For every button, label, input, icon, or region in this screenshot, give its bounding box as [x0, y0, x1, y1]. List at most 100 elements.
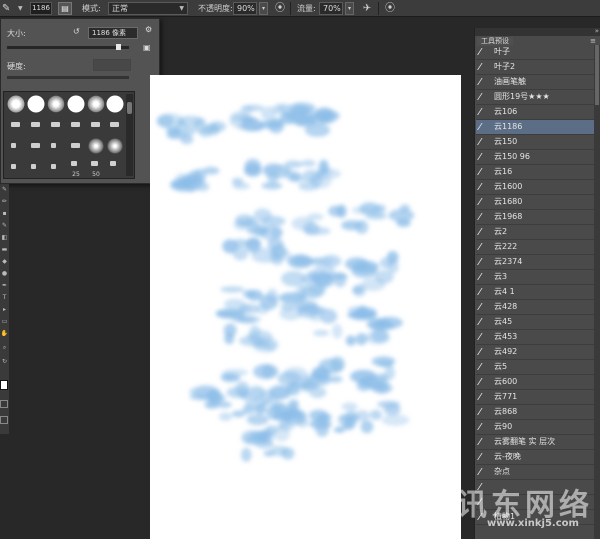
preset-item[interactable]: ⁄ 云1968	[476, 210, 594, 225]
brush-thumbnail[interactable]	[46, 116, 66, 134]
pen-tool-icon[interactable]: ✒	[0, 282, 9, 290]
preset-item[interactable]: ⁄ 云428	[476, 300, 594, 315]
preset-item[interactable]: ⁄ 云16	[476, 165, 594, 180]
size-slider-thumb[interactable]	[116, 44, 121, 50]
pressure-size-icon[interactable]: ⦿	[383, 2, 397, 15]
hardness-field[interactable]	[93, 59, 131, 71]
mode-select[interactable]: 正常 ▼	[108, 2, 188, 15]
dodge-tool-icon[interactable]: ●	[0, 270, 9, 278]
path-select-icon[interactable]: ▸	[0, 306, 9, 314]
brush-thumbnail[interactable]	[6, 137, 26, 155]
brush-grid-scrollbar[interactable]	[126, 94, 133, 176]
preset-item[interactable]: ⁄ 云90	[476, 420, 594, 435]
toggle-brush-panel-button[interactable]: ▤	[58, 2, 72, 15]
brush-thumbnail[interactable]	[105, 158, 125, 176]
brush-preset-icon: ⁄	[479, 302, 481, 313]
cloud-blob	[253, 208, 272, 222]
brush-tool-icon[interactable]: ✎	[2, 2, 16, 15]
airbrush-icon[interactable]: ✈	[360, 2, 374, 15]
preset-item[interactable]: ⁄ 叶子	[476, 45, 594, 60]
preset-list-scrollbar[interactable]	[594, 45, 600, 539]
preset-item[interactable]: ⁄ 云150 96	[476, 150, 594, 165]
brush-size-picker[interactable]: 1186	[30, 2, 52, 15]
opacity-input[interactable]: 90%	[233, 2, 257, 15]
brush-thumbnail[interactable]	[86, 95, 106, 113]
brush-thumbnail[interactable]	[26, 116, 46, 134]
brush-thumbnail[interactable]	[46, 158, 66, 176]
brush-thumbnail[interactable]	[26, 95, 46, 113]
preset-item[interactable]: ⁄ 云868	[476, 405, 594, 420]
preset-item[interactable]: ⁄ 云222	[476, 240, 594, 255]
brush-thumbnail[interactable]	[26, 137, 46, 155]
preset-item[interactable]: ⁄ 圆形19号★★★	[476, 90, 594, 105]
new-preset-icon[interactable]: ▣	[143, 43, 151, 52]
preset-item[interactable]: ⁄ 云2374	[476, 255, 594, 270]
brush-thumbnail[interactable]	[105, 116, 125, 134]
preset-item[interactable]: ⁄ 云1186	[476, 120, 594, 135]
brush-thumbnail[interactable]	[46, 95, 66, 113]
preset-item[interactable]: ⁄ 云2	[476, 225, 594, 240]
gear-icon[interactable]: ⚙	[145, 25, 152, 34]
brush-thumbnail[interactable]	[26, 158, 46, 176]
brush-thumbnail[interactable]	[105, 137, 125, 155]
brush-thumbnail[interactable]	[66, 137, 86, 155]
gradient-tool-icon[interactable]: ▬	[0, 246, 9, 254]
panel-menu-icon[interactable]: ≡	[590, 37, 596, 45]
collapse-panel-icon[interactable]: »	[595, 27, 599, 35]
stamp-tool-icon[interactable]: ▪	[0, 210, 9, 218]
pressure-opacity-icon[interactable]: ⦿	[273, 2, 287, 15]
brush-thumbnail[interactable]	[86, 137, 106, 155]
document-canvas[interactable]	[150, 75, 461, 539]
hardness-slider[interactable]	[7, 76, 129, 79]
scrollbar-thumb[interactable]	[127, 102, 132, 114]
flow-slider-button[interactable]: ▾	[345, 2, 354, 15]
preset-item[interactable]: ⁄ 云771	[476, 390, 594, 405]
type-tool-icon[interactable]: T	[0, 294, 9, 302]
blur-tool-icon[interactable]: ◆	[0, 258, 9, 266]
preset-item[interactable]: ⁄ 云1680	[476, 195, 594, 210]
brush-thumbnail[interactable]	[86, 116, 106, 134]
brush-thumbnail[interactable]	[46, 137, 66, 155]
preset-item[interactable]: ⁄ 云453	[476, 330, 594, 345]
brush-thumbnail[interactable]	[66, 95, 86, 113]
preset-item[interactable]: ⁄ 云1600	[476, 180, 594, 195]
brush-thumbnail[interactable]	[6, 116, 26, 134]
brush-thumbnail[interactable]	[66, 116, 86, 134]
pencil-tool-icon[interactable]: ✏	[0, 198, 9, 206]
size-slider[interactable]	[7, 44, 129, 50]
preset-item[interactable]: ⁄ 云5	[476, 360, 594, 375]
preset-item[interactable]: ⁄ 云492	[476, 345, 594, 360]
swap-colors-icon[interactable]: ↻	[0, 358, 9, 366]
history-brush-icon[interactable]: ✎	[0, 222, 9, 230]
preset-item[interactable]: ⁄ 云45	[476, 315, 594, 330]
screen-mode-icon[interactable]	[0, 416, 8, 424]
preset-item[interactable]: ⁄ 云-夜晚	[476, 450, 594, 465]
quick-mask-icon[interactable]	[0, 400, 8, 408]
preset-item[interactable]: ⁄ 叶子2	[476, 60, 594, 75]
eraser-tool-icon[interactable]: ◧	[0, 234, 9, 242]
brush-tool-icon[interactable]: ✎	[0, 186, 9, 194]
brush-thumbnail[interactable]: 50	[86, 158, 106, 178]
scrollbar-thumb[interactable]	[595, 45, 599, 105]
brush-thumbnail[interactable]	[6, 158, 26, 176]
brush-thumbnail[interactable]	[105, 95, 125, 113]
brush-thumbnail[interactable]: 25	[66, 158, 86, 178]
foreground-color-swatch[interactable]	[0, 380, 8, 390]
hand-tool-icon[interactable]: ✋	[0, 330, 9, 338]
preset-item[interactable]: ⁄ 云雾翻笔 实 层次	[476, 435, 594, 450]
preset-item[interactable]: ⁄ 云150	[476, 135, 594, 150]
cloud-blob	[222, 368, 248, 377]
size-field[interactable]: 1186 像素	[88, 27, 138, 39]
preset-item[interactable]: ⁄ 云106	[476, 105, 594, 120]
zoom-tool-icon[interactable]: ⌕	[0, 344, 9, 352]
preset-item[interactable]: ⁄ 油画笔触	[476, 75, 594, 90]
opacity-slider-button[interactable]: ▾	[259, 2, 268, 15]
preset-item[interactable]: ⁄ 云3	[476, 270, 594, 285]
preset-item[interactable]: ⁄ 云600	[476, 375, 594, 390]
shape-tool-icon[interactable]: ▭	[0, 318, 9, 326]
brush-thumbnail[interactable]	[6, 95, 26, 113]
preset-item[interactable]: ⁄ 云4 1	[476, 285, 594, 300]
flow-input[interactable]: 70%	[319, 2, 343, 15]
reset-size-icon[interactable]: ↺	[73, 27, 80, 36]
tool-preset-dropdown-icon[interactable]: ▼	[18, 2, 23, 15]
